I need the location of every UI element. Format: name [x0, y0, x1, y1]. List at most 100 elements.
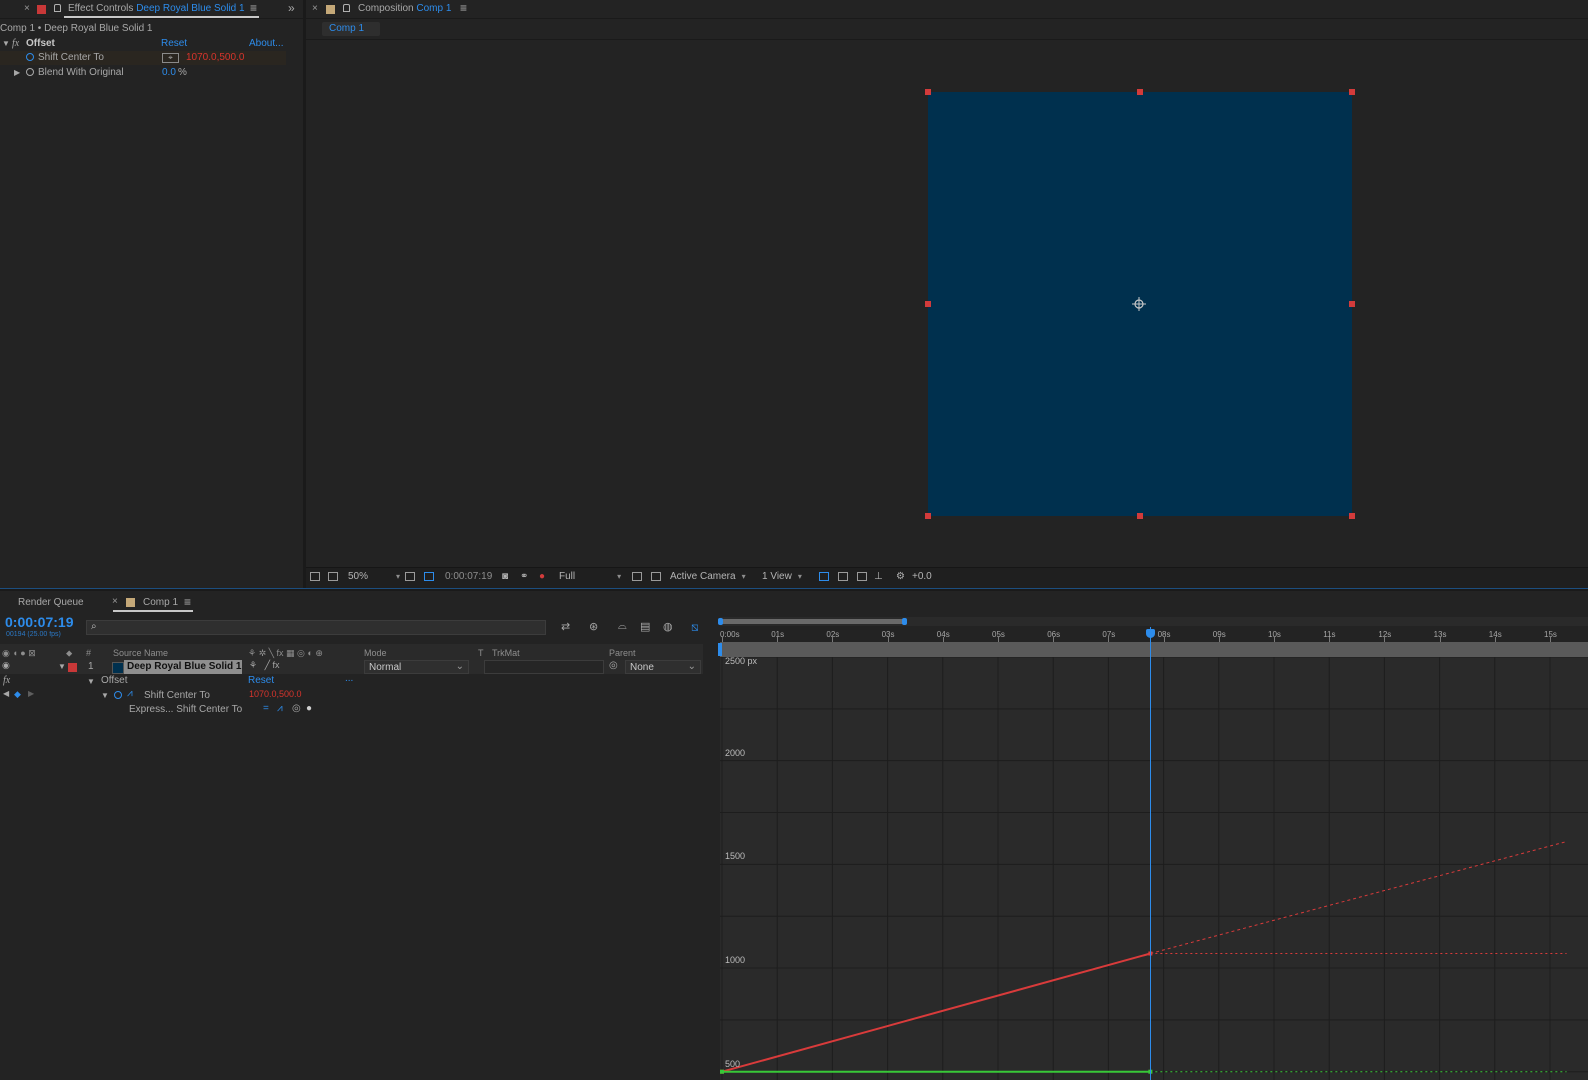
lock-icon[interactable] — [54, 3, 61, 14]
snapshot-icon[interactable]: ◙ — [502, 571, 508, 582]
graph-editor[interactable] — [720, 657, 1588, 1080]
fast-preview-icon[interactable] — [632, 572, 642, 581]
shy-layers-icon[interactable]: ⌓ — [618, 620, 627, 633]
graph-editor-icon[interactable]: ⧅ — [691, 620, 699, 635]
layer-label-color[interactable] — [68, 662, 77, 673]
reset-exposure-icon[interactable] — [857, 572, 867, 581]
current-time-indicator[interactable] — [1150, 627, 1152, 1080]
transform-handle[interactable] — [925, 513, 931, 519]
label-tag-icon[interactable]: ⬥ — [66, 646, 72, 660]
monitor-icon[interactable] — [328, 572, 338, 581]
graph-curve[interactable] — [1150, 841, 1567, 954]
stopwatch-icon[interactable] — [114, 690, 122, 701]
resolution-dropdown[interactable]: Full ▾ — [559, 571, 621, 582]
expression-graph-icon[interactable]: ⩘ — [277, 703, 283, 714]
graph-keyframe-point[interactable] — [720, 1069, 724, 1074]
transform-handle[interactable] — [1349, 301, 1355, 307]
flowchart-icon[interactable]: ⊥ — [874, 571, 883, 582]
close-tab-icon[interactable]: × — [112, 596, 118, 607]
fx-icon[interactable]: fx — [12, 37, 19, 51]
trkmat-dropdown[interactable] — [484, 660, 604, 674]
search-input[interactable]: ⌕ — [86, 620, 546, 635]
property-row-blend[interactable]: ▶ Blend With Original 0.0 % — [0, 66, 303, 80]
panel-menu-icon[interactable]: ≡ — [184, 595, 191, 609]
views-dropdown[interactable]: 1 View ▾ — [762, 571, 802, 582]
blend-value[interactable]: 0.0 — [162, 66, 176, 80]
expression-enable-icon[interactable]: = — [263, 703, 269, 714]
property-row-shift-center[interactable]: Shift Center To ⌖ 1070.0,500.0 — [0, 51, 286, 65]
transparency-grid-icon[interactable] — [651, 572, 661, 581]
draft-3d-icon[interactable]: ⊛ — [589, 620, 598, 633]
lock-icon[interactable] — [343, 3, 350, 14]
expression-pickwhip-icon[interactable]: ◎ — [292, 703, 301, 714]
comp-timeline-tab[interactable]: Comp 1 — [143, 597, 178, 608]
effect-controls-tab[interactable]: Effect Controls Deep Royal Blue Solid 1 — [68, 3, 245, 14]
layer-switches-icons[interactable]: ⚘ ╱ fx — [249, 660, 280, 671]
collapse-triangle-icon[interactable]: ▼ — [101, 691, 109, 700]
layer-name-field[interactable]: Deep Royal Blue Solid 1 — [124, 660, 242, 674]
navigator-start-handle[interactable] — [718, 618, 723, 625]
graph-icon[interactable]: ⩘ — [127, 688, 133, 699]
shift-center-value[interactable]: 1070.0,500.0 — [186, 51, 244, 65]
crosshair-point-icon[interactable]: ⌖ — [162, 53, 179, 63]
expand-triangle-icon[interactable]: ▶ — [14, 66, 20, 80]
composition-tab[interactable]: Composition Comp 1 — [358, 3, 451, 14]
pickwhip-icon[interactable]: ◎ — [609, 660, 618, 671]
transform-handle[interactable] — [925, 301, 931, 307]
next-keyframe-icon[interactable]: ▶ — [28, 689, 34, 698]
show-snapshot-icon[interactable]: ⚭ — [520, 571, 528, 582]
comp-subtab[interactable]: Comp 1 — [322, 22, 380, 36]
comp-mini-flowchart-icon[interactable]: ⇄ — [561, 620, 570, 633]
camera-dropdown[interactable]: Active Camera ▾ — [670, 571, 746, 582]
zoom-dropdown[interactable]: 50% ▾ — [348, 571, 400, 582]
about-link[interactable]: About... — [249, 37, 283, 51]
panel-menu-icon[interactable]: ≡ — [250, 1, 257, 15]
expression-language-menu-icon[interactable]: ● — [306, 703, 312, 714]
collapse-triangle-icon[interactable]: ▼ — [58, 662, 66, 671]
collapse-triangle-icon[interactable]: ▼ — [2, 37, 10, 51]
layer-in-point[interactable] — [718, 643, 722, 656]
reset-link[interactable]: Reset — [161, 37, 187, 51]
viewer-timecode[interactable]: 0:00:07:19 — [445, 571, 492, 582]
navigator-end-handle[interactable] — [902, 618, 907, 625]
prev-keyframe-icon[interactable]: ◀ — [3, 689, 9, 698]
close-tab-icon[interactable]: × — [312, 3, 318, 14]
render-queue-tab[interactable]: Render Queue — [18, 597, 84, 608]
collapse-triangle-icon[interactable]: ▼ — [87, 677, 95, 686]
mode-dropdown[interactable]: Normal ⌄ — [364, 660, 469, 674]
always-preview-icon[interactable] — [310, 572, 320, 581]
visibility-eye-icon[interactable]: ◉ — [2, 660, 10, 671]
current-time-display[interactable]: 0:00:07:19 — [5, 614, 74, 630]
layer-duration-bar[interactable] — [720, 642, 1588, 657]
effect-row-offset[interactable]: ▼ fx Offset Reset About... — [0, 37, 303, 51]
fx-icon[interactable]: fx — [3, 675, 10, 686]
region-of-interest-icon[interactable] — [424, 572, 434, 581]
parent-dropdown[interactable]: None ⌄ — [625, 660, 701, 674]
stopwatch-icon[interactable] — [26, 51, 34, 65]
panel-menu-icon[interactable]: ≡ — [460, 1, 467, 15]
transform-handle[interactable] — [1137, 513, 1143, 519]
column-trkmat[interactable]: TrkMat — [492, 646, 520, 660]
exposure-value[interactable]: +0.0 — [912, 571, 932, 582]
transform-handle[interactable] — [925, 89, 931, 95]
stopwatch-icon[interactable] — [26, 66, 34, 80]
exposure-icon[interactable]: ⚙ — [896, 571, 905, 582]
color-channels-icon[interactable]: ● — [539, 571, 545, 582]
expand-panels-icon[interactable]: » — [288, 1, 295, 15]
frame-blending-icon[interactable]: ▤ — [640, 620, 650, 633]
anchor-point-icon[interactable] — [1131, 296, 1147, 312]
more-options[interactable]: ... — [345, 673, 353, 684]
transform-handle[interactable] — [1349, 513, 1355, 519]
column-mode[interactable]: Mode — [364, 646, 387, 660]
column-source-name[interactable]: Source Name — [113, 646, 168, 660]
reset-link[interactable]: Reset — [248, 675, 274, 686]
add-keyframe-icon[interactable]: ◆ — [14, 689, 21, 700]
motion-blur-icon[interactable]: ◍ — [663, 620, 673, 633]
column-parent[interactable]: Parent — [609, 646, 636, 660]
shift-center-value[interactable]: 1070.0,500.0 — [249, 689, 302, 699]
3d-renderer-icon[interactable] — [838, 572, 848, 581]
toggle-pixel-aspect-icon[interactable] — [819, 572, 829, 581]
transform-handle[interactable] — [1137, 89, 1143, 95]
transform-handle[interactable] — [1349, 89, 1355, 95]
graph-curve[interactable] — [721, 952, 1151, 1073]
